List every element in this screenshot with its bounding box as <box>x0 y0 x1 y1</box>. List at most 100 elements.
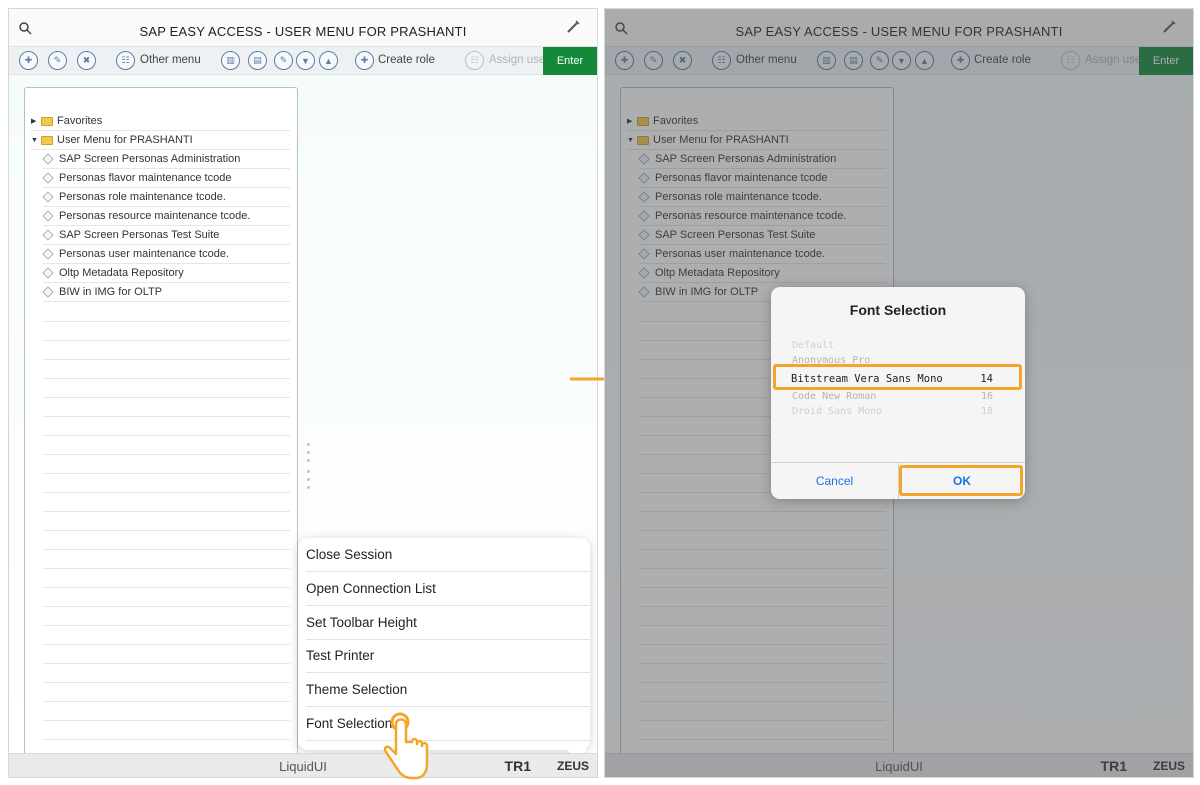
tree-item[interactable]: Oltp Metadata Repository <box>42 264 290 283</box>
add-favorite-icon[interactable]: ✚ <box>19 51 38 70</box>
tree-item-label: BIW in IMG for OLTP <box>59 286 163 298</box>
page-title: SAP EASY ACCESS - USER MENU FOR PRASHANT… <box>139 24 467 39</box>
enter-button[interactable]: Enter <box>543 47 597 75</box>
transaction-icon <box>42 191 54 203</box>
empty-row-line <box>43 625 290 626</box>
move-up-icon[interactable]: ▲ <box>319 51 338 70</box>
empty-row-line <box>43 473 290 474</box>
settings-menu-popover: Close Session Open Connection List Set T… <box>298 538 590 760</box>
tree-item-label: Personas flavor maintenance tcode <box>59 172 232 184</box>
cancel-button[interactable]: Cancel <box>771 463 898 499</box>
transaction-icon <box>42 210 54 222</box>
create-role-icon[interactable]: ✚ <box>355 51 374 70</box>
empty-row-line <box>43 511 290 512</box>
tree-item-label: Personas user maintenance tcode. <box>59 248 229 260</box>
menu-item-close-session[interactable]: Close Session <box>306 538 590 572</box>
menu-item-open-connection-list[interactable]: Open Connection List <box>306 572 590 606</box>
right-screenshot-panel: SAP EASY ACCESS - USER MENU FOR PRASHANT… <box>604 8 1194 778</box>
tree-item-label: Personas role maintenance tcode. <box>59 191 226 203</box>
empty-row-line <box>43 435 290 436</box>
empty-row-line <box>43 340 290 341</box>
document-icon[interactable]: ▤ <box>248 51 267 70</box>
tree-node-label: User Menu for PRASHANTI <box>57 134 193 146</box>
empty-row-line <box>43 720 290 721</box>
font-option-code-new-roman[interactable]: Code New Roman 16 <box>792 391 1001 402</box>
tree-item[interactable]: Personas resource maintenance tcode. <box>42 207 290 226</box>
tree-item-label: SAP Screen Personas Administration <box>59 153 241 165</box>
move-down-icon[interactable]: ▼ <box>296 51 315 70</box>
pencil-icon[interactable]: ✎ <box>274 51 293 70</box>
transaction-icon <box>42 267 54 279</box>
transaction-icon <box>42 153 54 165</box>
folder-icon <box>41 116 53 126</box>
other-menu-icon[interactable]: ☷ <box>116 51 135 70</box>
magic-wand-icon[interactable] <box>565 19 581 35</box>
transaction-icon <box>42 172 54 184</box>
empty-row-line <box>43 587 290 588</box>
status-bar: LiquidUI TR1 ZEUS <box>9 753 597 777</box>
empty-row-line <box>43 492 290 493</box>
title-bar: SAP EASY ACCESS - USER MENU FOR PRASHANT… <box>9 9 597 47</box>
tree-node-favorites[interactable]: ▶ Favorites <box>31 112 290 131</box>
font-option-droid-sans-mono[interactable]: Droid Sans Mono 18 <box>792 406 1001 417</box>
splitter-handle[interactable] <box>307 443 310 494</box>
assign-user-icon: ☷ <box>465 51 484 70</box>
edit-favorite-icon[interactable]: ✎ <box>48 51 67 70</box>
tree-node-label: Favorites <box>57 115 103 127</box>
tree-item[interactable]: Personas flavor maintenance tcode <box>42 169 290 188</box>
other-menu-button[interactable]: Other menu <box>140 54 201 66</box>
font-name: Droid Sans Mono <box>792 406 883 417</box>
delete-favorite-icon[interactable]: ✖ <box>77 51 96 70</box>
empty-row-line <box>43 530 290 531</box>
tree-item[interactable]: Personas user maintenance tcode. <box>42 245 290 264</box>
caret-right-icon[interactable]: ▶ <box>31 117 41 125</box>
tree-item-label: Oltp Metadata Repository <box>59 267 184 279</box>
user-menu-tree: ▶ Favorites ▼ User Menu for PRASHANTI SA… <box>24 87 298 757</box>
empty-row-line <box>43 644 290 645</box>
transaction-icon <box>42 248 54 260</box>
tree-node-user-menu[interactable]: ▼ User Menu for PRASHANTI <box>31 131 290 150</box>
assign-user-button: Assign use <box>489 54 546 66</box>
empty-row-line <box>43 739 290 740</box>
menu-item-set-toolbar-height[interactable]: Set Toolbar Height <box>306 606 590 640</box>
font-name: Code New Roman <box>792 391 877 402</box>
tree-item[interactable]: SAP Screen Personas Test Suite <box>42 226 290 245</box>
empty-row-line <box>43 606 290 607</box>
font-name: Default <box>792 340 835 351</box>
empty-row-line <box>43 663 290 664</box>
create-role-button[interactable]: Create role <box>378 54 435 66</box>
empty-row-line <box>43 321 290 322</box>
tap-hand-icon <box>383 712 429 780</box>
transaction-icon <box>42 229 54 241</box>
empty-row-line <box>43 549 290 550</box>
empty-row-line <box>43 378 290 379</box>
selection-highlight <box>773 364 1022 390</box>
empty-row-line <box>43 701 290 702</box>
empty-row-line <box>43 359 290 360</box>
empty-row-line <box>43 682 290 683</box>
tree-item[interactable]: Personas role maintenance tcode. <box>42 188 290 207</box>
empty-row-line <box>43 416 290 417</box>
dialog-title: Font Selection <box>849 302 947 318</box>
left-screenshot-panel: SAP EASY ACCESS - USER MENU FOR PRASHANT… <box>8 8 598 778</box>
transaction-icon <box>42 286 54 298</box>
empty-row-line <box>43 397 290 398</box>
menu-item-font-selection[interactable]: Font Selection <box>306 707 590 741</box>
tree-item-label: SAP Screen Personas Test Suite <box>59 229 220 241</box>
menu-item-test-printer[interactable]: Test Printer <box>306 639 590 673</box>
chart-icon[interactable]: ▥ <box>221 51 240 70</box>
font-size: 18 <box>980 406 993 417</box>
host-name: ZEUS <box>556 759 589 773</box>
folder-open-icon <box>41 135 53 145</box>
font-selection-dialog: Font Selection Default Anonymous Pro Bit… <box>771 287 1025 499</box>
empty-row-line <box>43 454 290 455</box>
toolbar: ✚ ✎ ✖ ☷ Other menu ▥ ▤ ✎ ▼ ▲ ✚ Create ro… <box>9 47 597 75</box>
caret-down-icon[interactable]: ▼ <box>31 137 41 144</box>
tree-item[interactable]: SAP Screen Personas Administration <box>42 150 290 169</box>
font-size: 16 <box>980 391 993 402</box>
system-id: TR1 <box>504 758 531 774</box>
empty-row-line <box>43 568 290 569</box>
tree-item[interactable]: BIW in IMG for OLTP <box>42 283 290 302</box>
menu-item-theme-selection[interactable]: Theme Selection <box>306 673 590 707</box>
font-option-default[interactable]: Default <box>792 340 1001 351</box>
